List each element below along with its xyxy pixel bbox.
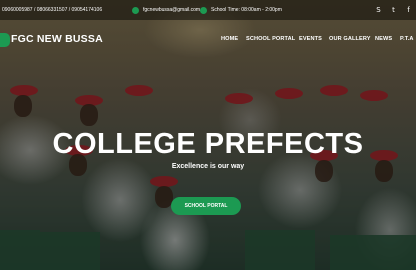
email-text: fgcnewbussa@gmail.com (143, 7, 201, 13)
school-time: School Time: 08:00am - 2:00pm (200, 0, 282, 20)
brand-name[interactable]: FGC NEW BUSSA (11, 33, 103, 45)
main-navbar: FGC NEW BUSSA HOME SCHOOL PORTAL EVENTS … (0, 20, 416, 60)
phone-text: 09060005987 / 08066331507 / 09054174106 (2, 7, 103, 13)
email-icon (132, 6, 139, 14)
email-link[interactable]: fgcnewbussa@gmail.com (132, 0, 200, 20)
facebook-icon[interactable]: f (404, 5, 413, 14)
nav-item-our-gallery[interactable]: OUR GALLERY (329, 36, 371, 42)
phone-numbers: 09060005987 / 08066331507 / 09054174106 (2, 0, 102, 20)
hero-title: COLLEGE PREFECTS (52, 128, 364, 160)
page: 09060005987 / 08066331507 / 09054174106 … (0, 0, 416, 270)
school-logo[interactable] (0, 33, 10, 47)
top-info-bar: 09060005987 / 08066331507 / 09054174106 … (0, 0, 416, 20)
school-time-text: School Time: 08:00am - 2:00pm (211, 7, 282, 13)
nav-item-school-portal[interactable]: SCHOOL PORTAL (246, 36, 295, 42)
clock-icon (200, 6, 207, 14)
nav-item-pta[interactable]: P.T.A (400, 36, 413, 42)
school-portal-button[interactable]: SCHOOL PORTAL (171, 197, 241, 215)
nav-item-news[interactable]: NEWS (375, 36, 392, 42)
hero-subtitle: Excellence is our way (171, 163, 245, 170)
nav-item-events[interactable]: EVENTS (299, 36, 322, 42)
nav-item-home[interactable]: HOME (221, 36, 238, 42)
skype-icon[interactable]: S (374, 5, 383, 14)
twitter-icon[interactable]: t (389, 5, 398, 14)
